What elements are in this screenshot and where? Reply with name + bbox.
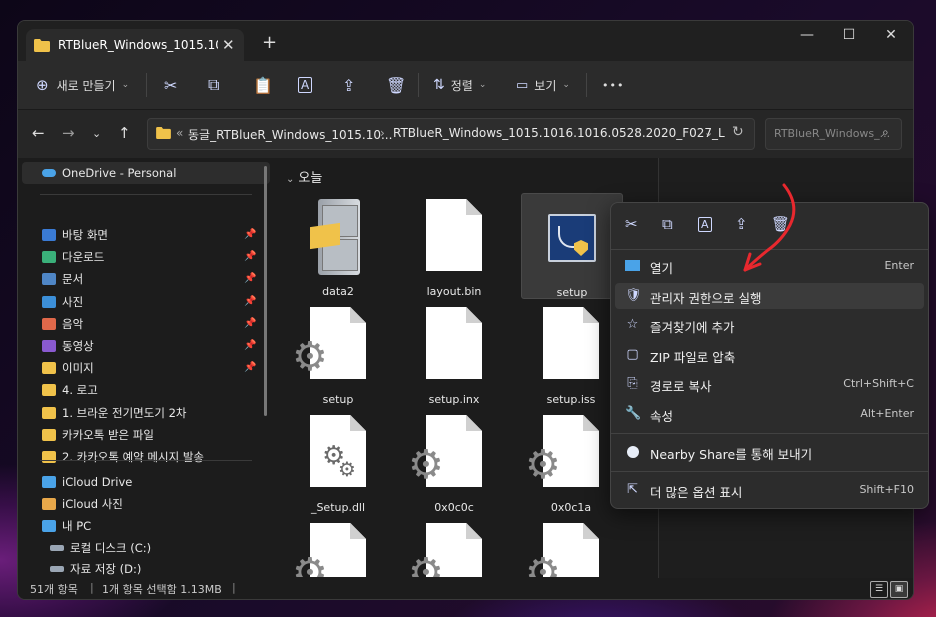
annotation-arrow: [743, 183, 796, 272]
